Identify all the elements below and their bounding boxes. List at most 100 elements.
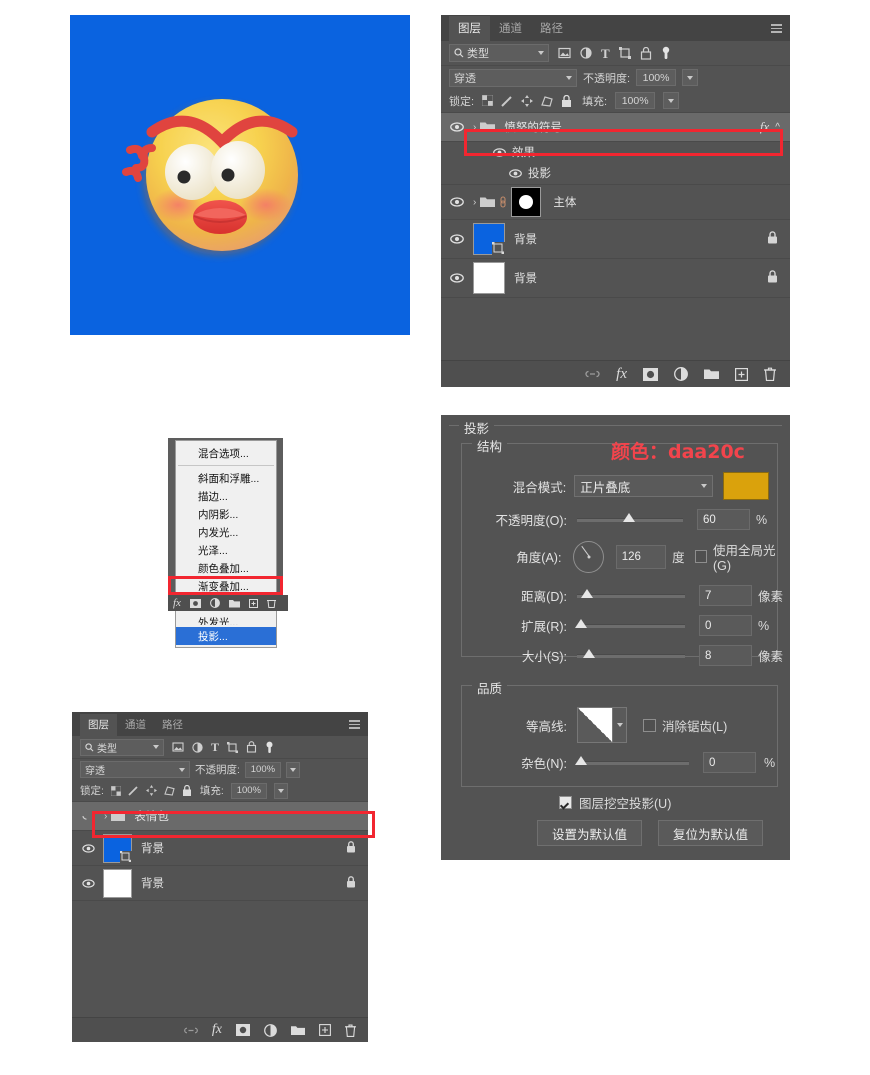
eye-icon[interactable] xyxy=(509,168,522,178)
list-item[interactable]: 投影 xyxy=(441,162,790,185)
panel-menu-icon[interactable] xyxy=(771,24,782,33)
distance-input[interactable]: 7 xyxy=(699,585,752,606)
eye-icon[interactable] xyxy=(78,878,98,888)
opacity-input[interactable]: 60 xyxy=(697,509,750,530)
shadow-color-swatch[interactable] xyxy=(723,472,769,500)
opacity-stepper[interactable] xyxy=(682,69,699,86)
lock-artboard-icon[interactable] xyxy=(541,95,553,107)
angle-input[interactable]: 126 xyxy=(615,544,667,569)
chevron-right-icon[interactable]: › xyxy=(473,122,476,133)
layer-thumbnail[interactable] xyxy=(103,868,132,898)
lock-image-icon[interactable] xyxy=(128,785,139,796)
noise-slider[interactable] xyxy=(575,755,689,765)
fill-input[interactable]: 100% xyxy=(615,92,656,109)
filter-kind-select[interactable]: 类型 xyxy=(449,44,549,62)
lock-all-icon[interactable] xyxy=(182,785,192,796)
text-filter-icon[interactable]: T xyxy=(211,741,219,753)
menu-item-bevel-emboss[interactable]: 斜面和浮雕... xyxy=(176,469,276,487)
menu-item-drop-shadow[interactable]: 投影... xyxy=(176,627,276,645)
menu-item-outer-glow[interactable]: 外发光... xyxy=(176,613,276,626)
make-default-button[interactable]: 设置为默认值 xyxy=(537,820,643,846)
opacity-input[interactable]: 100% xyxy=(244,761,281,778)
text-filter-icon[interactable]: T xyxy=(601,47,610,60)
new-group-icon[interactable] xyxy=(228,599,240,608)
link-layers-icon[interactable] xyxy=(184,1026,198,1035)
eye-icon[interactable] xyxy=(447,122,467,132)
menu-item-inner-shadow[interactable]: 内阴影... xyxy=(176,505,276,523)
opacity-input[interactable]: 100% xyxy=(636,69,677,86)
fill-stepper[interactable] xyxy=(273,782,288,799)
tab-layers[interactable]: 图层 xyxy=(449,16,490,41)
lock-all-icon[interactable] xyxy=(561,94,572,107)
chevron-up-icon[interactable]: ^ xyxy=(775,122,780,133)
opacity-slider[interactable] xyxy=(577,512,683,522)
new-group-icon[interactable] xyxy=(291,1025,305,1036)
lock-transparent-icon[interactable] xyxy=(110,785,121,796)
eye-hidden-icon[interactable] xyxy=(78,811,98,821)
shape-filter-icon[interactable] xyxy=(227,741,239,753)
size-slider[interactable] xyxy=(577,648,685,658)
add-mask-icon[interactable] xyxy=(643,367,658,381)
table-row[interactable]: 背景 xyxy=(441,220,790,259)
eye-icon[interactable] xyxy=(78,843,98,853)
use-global-light-checkbox[interactable] xyxy=(694,550,708,563)
tab-channels[interactable]: 通道 xyxy=(117,714,154,736)
angle-dial[interactable] xyxy=(573,540,604,573)
list-item[interactable]: 效果 xyxy=(441,142,790,162)
menu-item-gradient-overlay[interactable]: 渐变叠加... xyxy=(176,577,276,595)
fill-stepper[interactable] xyxy=(663,92,680,109)
chevron-right-icon[interactable]: › xyxy=(104,811,107,822)
table-row[interactable]: › 主体 xyxy=(441,185,790,220)
lock-transparent-icon[interactable] xyxy=(482,95,494,106)
lock-position-icon[interactable] xyxy=(145,785,157,796)
adjustment-filter-icon[interactable] xyxy=(580,47,592,59)
image-filter-icon[interactable] xyxy=(172,741,184,753)
adjustment-layer-icon[interactable] xyxy=(264,1023,277,1037)
add-mask-icon[interactable] xyxy=(189,598,201,608)
link-mask-icon[interactable] xyxy=(498,195,508,209)
distance-slider[interactable] xyxy=(577,588,685,598)
new-layer-icon[interactable] xyxy=(735,367,748,381)
spread-input[interactable]: 0 xyxy=(699,615,752,636)
layer-thumbnail[interactable] xyxy=(473,223,505,255)
size-input[interactable]: 8 xyxy=(699,645,752,666)
table-row[interactable]: › 表情包 xyxy=(72,802,368,831)
opacity-stepper[interactable] xyxy=(285,761,300,778)
adjustment-layer-icon[interactable] xyxy=(674,367,688,381)
contour-preview[interactable] xyxy=(577,707,613,743)
add-fx-icon[interactable]: fx xyxy=(616,366,627,383)
tab-channels[interactable]: 通道 xyxy=(490,16,531,41)
smartobject-filter-icon[interactable] xyxy=(640,46,652,60)
menu-item-stroke[interactable]: 描边... xyxy=(176,487,276,505)
noise-input[interactable]: 0 xyxy=(703,752,756,773)
link-layers-icon[interactable] xyxy=(585,369,600,379)
menu-item-blending-options[interactable]: 混合选项... xyxy=(176,444,276,462)
new-layer-icon[interactable] xyxy=(319,1024,331,1036)
shape-filter-icon[interactable] xyxy=(618,47,631,59)
eye-icon[interactable] xyxy=(447,197,467,207)
blend-mode-select[interactable]: 正片叠底 xyxy=(574,475,714,497)
lock-artboard-icon[interactable] xyxy=(164,785,175,796)
eye-icon[interactable] xyxy=(493,147,506,157)
delete-layer-icon[interactable] xyxy=(266,598,276,608)
adjustment-filter-icon[interactable] xyxy=(192,741,203,753)
layer-thumbnail[interactable] xyxy=(473,262,505,294)
lock-image-icon[interactable] xyxy=(501,95,513,107)
filter-toggle-icon[interactable] xyxy=(661,46,671,60)
antialias-checkbox[interactable] xyxy=(643,718,656,732)
contour-dropdown[interactable] xyxy=(613,707,627,743)
lock-position-icon[interactable] xyxy=(521,94,534,107)
delete-layer-icon[interactable] xyxy=(345,1024,356,1037)
new-layer-icon[interactable] xyxy=(248,598,258,608)
tab-paths[interactable]: 路径 xyxy=(154,714,191,736)
add-fx-icon[interactable]: fx xyxy=(173,597,181,609)
menu-item-color-overlay[interactable]: 颜色叠加... xyxy=(176,559,276,577)
add-mask-icon[interactable] xyxy=(236,1024,250,1036)
tab-layers[interactable]: 图层 xyxy=(80,714,117,736)
reset-default-button[interactable]: 复位为默认值 xyxy=(658,820,764,846)
eye-icon[interactable] xyxy=(447,234,467,244)
layer-mask-thumbnail[interactable] xyxy=(511,187,542,217)
layer-thumbnail[interactable] xyxy=(103,833,132,863)
menu-item-inner-glow[interactable]: 内发光... xyxy=(176,523,276,541)
delete-layer-icon[interactable] xyxy=(764,367,776,381)
